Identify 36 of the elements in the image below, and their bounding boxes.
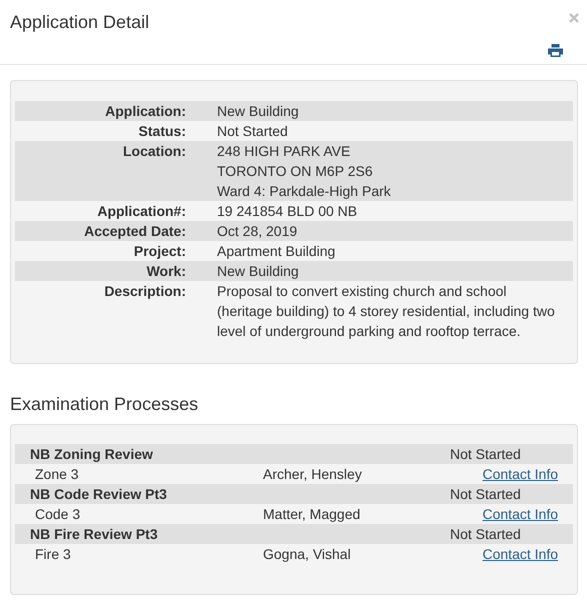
window-title: Application Detail [10, 11, 150, 34]
process-name: NB Code Review Pt3 [29, 485, 168, 504]
section-title: Examination Processes [10, 393, 200, 416]
field-value: New Building [217, 102, 299, 121]
process-area: Fire 3 [15, 544, 263, 564]
field-label: Work: [146, 263, 186, 279]
field-label: Application: [105, 103, 186, 119]
field-value: Not Started [217, 122, 288, 141]
field-label: Project: [134, 243, 186, 259]
process-status: Not Started [450, 445, 521, 464]
contact-link[interactable]: Contact Info [482, 504, 558, 524]
process-name: NB Fire Review Pt3 [29, 525, 159, 544]
field-value: Apartment Building [217, 242, 336, 261]
contact-link[interactable]: Contact Info [482, 464, 558, 484]
field-value: Oct 28, 2019 [217, 222, 298, 241]
process-area: Code 3 [15, 504, 263, 524]
process-area: Zone 3 [15, 464, 263, 484]
field-value: Ward 4: Parkdale-High Park [217, 182, 391, 201]
field-label: Application#: [97, 203, 186, 219]
field-value: 248 HIGH PARK AVE [217, 142, 352, 161]
examiner-name: Matter, Magged [263, 505, 362, 524]
print-icon[interactable] [548, 44, 563, 57]
examiner-name: Archer, Hensley [263, 465, 363, 484]
field-value: Proposal to convert existing church and school (heritage building) to 4 storey residential, including two level of underground parking and rooftop terrace. [217, 282, 556, 341]
process-status: Not Started [450, 525, 521, 544]
field-label: Location: [123, 143, 186, 159]
field-value: TORONTO ON M6P 2S6 [217, 162, 374, 181]
process-name: NB Zoning Review [29, 445, 154, 464]
field-value: 19 241854 BLD 00 NB [217, 202, 358, 221]
examiner-name: Gogna, Vishal [263, 545, 352, 564]
field-value: New Building [217, 262, 299, 281]
field-label: Status: [138, 123, 186, 139]
field-label: Description: [104, 283, 186, 299]
field-label: Accepted Date: [84, 223, 186, 239]
process-status: Not Started [450, 485, 521, 504]
contact-link[interactable]: Contact Info [482, 544, 558, 564]
